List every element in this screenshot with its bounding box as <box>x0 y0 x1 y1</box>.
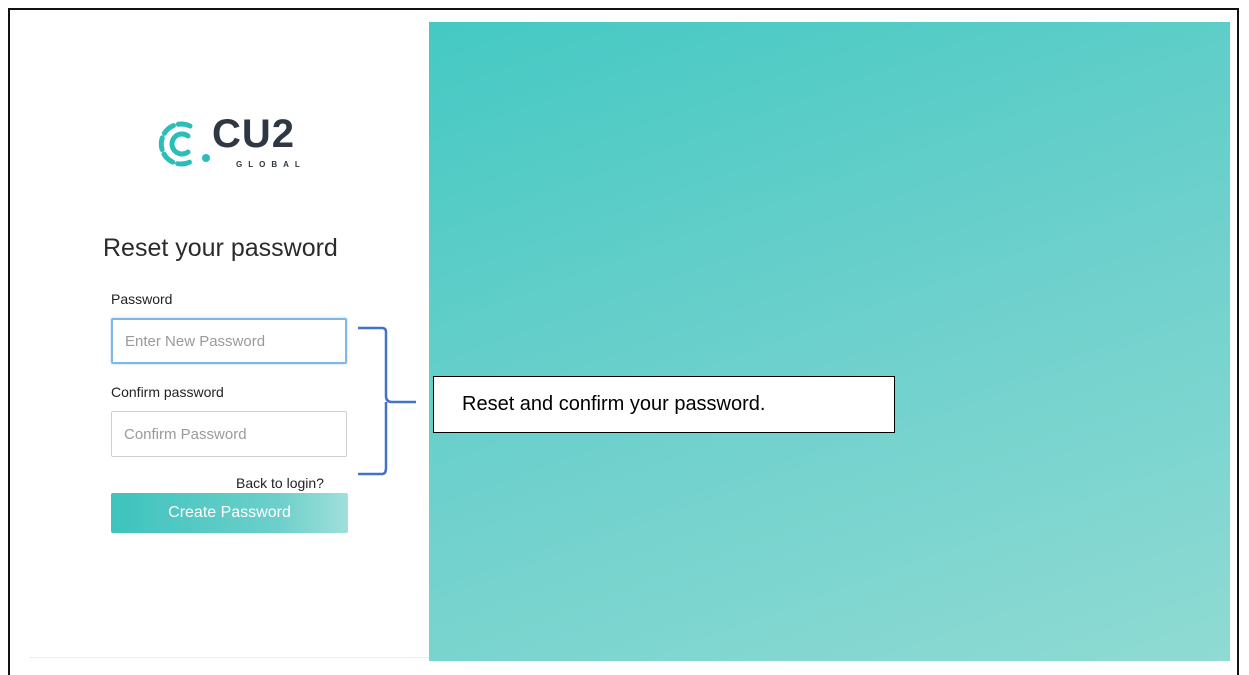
hero-background <box>429 22 1230 661</box>
screenshot-frame: CU2 GLOBAL Reset your password Password … <box>8 8 1239 675</box>
annotation-brace <box>358 326 416 476</box>
confirm-password-input[interactable] <box>111 411 347 457</box>
annotation-callout: Reset and confirm your password. <box>433 376 895 433</box>
confirm-password-label: Confirm password <box>111 384 224 400</box>
logo-subtitle: GLOBAL <box>236 160 306 169</box>
logo-dot <box>202 154 210 162</box>
cu2-logo: CU2 GLOBAL <box>158 110 318 176</box>
login-panel: CU2 GLOBAL Reset your password Password … <box>10 10 429 675</box>
logo-wordmark: CU2 <box>212 112 296 156</box>
back-to-login-link[interactable]: Back to login? <box>236 475 324 491</box>
new-password-input[interactable] <box>111 318 347 364</box>
create-password-button[interactable]: Create Password <box>111 493 348 533</box>
logo-mark-icon <box>158 121 193 167</box>
page-title: Reset your password <box>103 234 338 262</box>
password-label: Password <box>111 291 173 307</box>
divider <box>30 657 430 658</box>
